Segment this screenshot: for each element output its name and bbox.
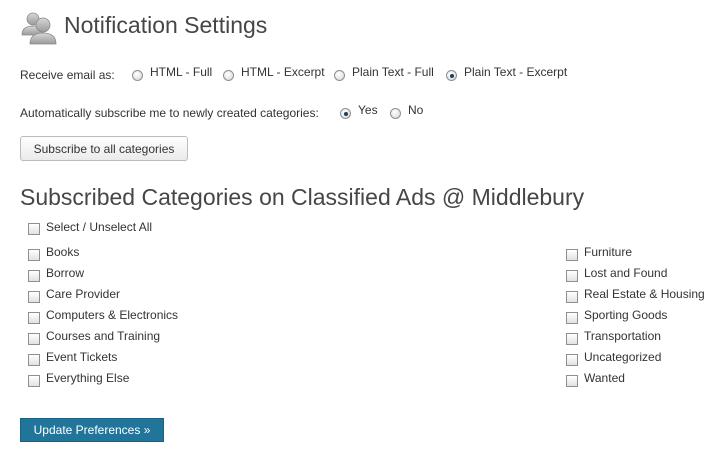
category-checkbox-computers[interactable] [28,312,40,324]
radio-plain-excerpt[interactable] [446,70,457,81]
category-checkbox-lost-found[interactable] [566,270,578,282]
subscribed-categories-title: Subscribed Categories on Classified Ads … [20,184,585,210]
category-label-uncategorized: Uncategorized [584,350,662,364]
radio-html-excerpt[interactable] [223,70,234,81]
category-label-computers: Computers & Electronics [46,308,179,322]
category-checkbox-real-estate[interactable] [566,291,578,303]
radio-html-excerpt-label: HTML - Excerpt [241,65,325,79]
category-label-courses: Courses and Training [46,329,161,343]
radio-auto-yes-label: Yes [358,103,378,117]
auto-subscribe-label: Automatically subscribe me to newly crea… [20,106,319,120]
radio-html-full-label: HTML - Full [150,65,213,79]
category-label-transportation: Transportation [584,329,661,343]
radio-html-full[interactable] [132,70,143,81]
category-label-borrow: Borrow [46,266,85,280]
category-checkbox-furniture[interactable] [566,249,578,261]
category-label-event-tickets: Event Tickets [46,350,118,364]
category-label-care-provider: Care Provider [46,287,121,301]
category-checkbox-sporting-goods[interactable] [566,312,578,324]
category-checkbox-uncategorized[interactable] [566,354,578,366]
category-label-lost-found: Lost and Found [584,266,668,280]
users-icon [21,12,57,45]
category-checkbox-books[interactable] [28,249,40,261]
category-checkbox-courses[interactable] [28,333,40,345]
category-checkbox-transportation[interactable] [566,333,578,345]
radio-auto-no[interactable] [390,108,401,119]
category-label-wanted: Wanted [584,371,625,385]
category-label-furniture: Furniture [584,245,633,259]
category-label-everything-else: Everything Else [46,371,130,385]
category-checkbox-borrow[interactable] [28,270,40,282]
category-checkbox-event-tickets[interactable] [28,354,40,366]
category-label-real-estate: Real Estate & Housing [584,287,705,301]
update-preferences-button[interactable]: Update Preferences » [20,418,164,442]
select-all-label: Select / Unselect All [46,220,153,234]
category-checkbox-care-provider[interactable] [28,291,40,303]
radio-plain-full-label: Plain Text - Full [352,65,434,79]
category-label-sporting-goods: Sporting Goods [584,308,668,322]
page-title: Notification Settings [64,12,268,38]
subscribe-all-button[interactable]: Subscribe to all categories [20,136,188,161]
radio-auto-yes[interactable] [340,108,351,119]
select-all-checkbox[interactable] [28,223,40,235]
category-checkbox-wanted[interactable] [566,375,578,387]
category-label-books: Books [46,245,80,259]
radio-plain-full[interactable] [334,70,345,81]
radio-plain-excerpt-label: Plain Text - Excerpt [464,65,568,79]
radio-auto-no-label: No [408,103,424,117]
email-format-label: Receive email as: [20,68,115,82]
category-checkbox-everything-else[interactable] [28,375,40,387]
